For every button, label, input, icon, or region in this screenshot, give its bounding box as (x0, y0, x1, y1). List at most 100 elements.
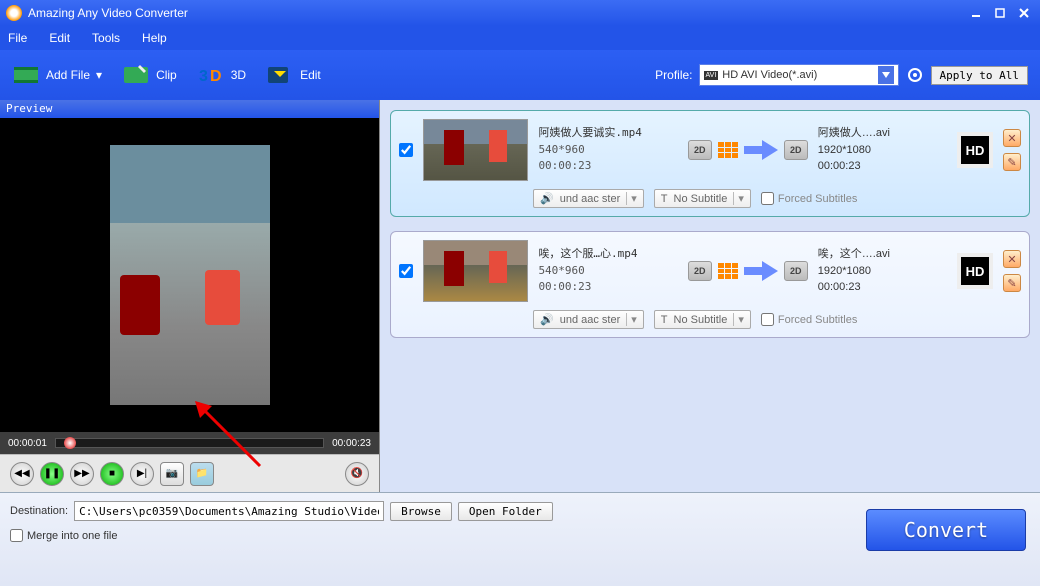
open-folder-button[interactable]: Open Folder (458, 502, 553, 521)
forced-subtitles-checkbox[interactable] (761, 192, 774, 205)
timeline-track[interactable] (55, 438, 324, 448)
title-bar: Amazing Any Video Converter (0, 0, 1040, 26)
app-logo-icon (6, 5, 22, 21)
dest-dimensions: 1920*1080 (818, 263, 947, 280)
minimize-button[interactable] (966, 5, 986, 21)
chevron-down-icon: ▾ (733, 313, 744, 326)
arrow-right-icon (744, 259, 778, 283)
svg-text:D: D (210, 68, 222, 85)
file-thumbnail (423, 240, 529, 302)
file-item[interactable]: 唉，这个服…心.mp4 540*960 00:00:23 2D 2D 唉，这个…… (390, 231, 1030, 338)
edit-button[interactable]: Edit (266, 61, 321, 89)
source-filename: 阿姨做人要诚实.mp4 (538, 125, 677, 142)
file-list: 阿姨做人要诚实.mp4 540*960 00:00:23 2D 2D 阿姨做人…… (380, 100, 1040, 492)
dest-duration: 00:00:23 (818, 279, 947, 296)
input-format-badge: 2D (688, 140, 712, 160)
edit-icon (266, 61, 294, 89)
edit-file-button[interactable]: ✎ (1003, 274, 1021, 292)
apply-to-all-button[interactable]: Apply to All (931, 66, 1028, 85)
menu-help[interactable]: Help (142, 31, 167, 45)
hd-badge: HD (957, 253, 993, 289)
merge-checkbox[interactable] (10, 529, 23, 542)
source-filename: 唉，这个服…心.mp4 (538, 246, 677, 263)
subtitle-select[interactable]: T No Subtitle ▾ (654, 189, 751, 208)
file-checkbox[interactable] (399, 264, 413, 278)
clip-icon (122, 61, 150, 89)
next-button[interactable]: ▶| (130, 462, 154, 486)
main-area: Preview 00:00:01 00:00:23 ◀◀ ❚❚ ▶▶ ■ ▶| … (0, 100, 1040, 492)
remove-file-button[interactable]: ✕ (1003, 250, 1021, 268)
forced-subtitles-label: Forced Subtitles (778, 314, 857, 326)
3d-button[interactable]: 3D 3D (197, 61, 246, 89)
snapshot-button[interactable]: 📷 (160, 462, 184, 486)
play-pause-button[interactable]: ❚❚ (40, 462, 64, 486)
output-format-badge: 2D (784, 140, 808, 160)
snapshot-folder-button[interactable]: 📁 (190, 462, 214, 486)
output-format-badge: 2D (784, 261, 808, 281)
edit-file-button[interactable]: ✎ (1003, 153, 1021, 171)
file-thumbnail (423, 119, 529, 181)
merge-label: Merge into one file (27, 530, 118, 542)
forced-subtitles-checkbox[interactable] (761, 313, 774, 326)
forward-button[interactable]: ▶▶ (70, 462, 94, 486)
preview-video[interactable] (0, 118, 379, 432)
chevron-down-icon (878, 66, 894, 84)
remove-file-button[interactable]: ✕ (1003, 129, 1021, 147)
player-controls: ◀◀ ❚❚ ▶▶ ■ ▶| 📷 📁 🔇 (0, 454, 379, 492)
3d-icon: 3D (197, 61, 225, 89)
grid-icon (718, 263, 738, 279)
chevron-down-icon: ▾ (733, 192, 744, 205)
browse-button[interactable]: Browse (390, 502, 452, 521)
grid-icon (718, 142, 738, 158)
source-duration: 00:00:23 (538, 279, 677, 296)
menu-edit[interactable]: Edit (49, 31, 70, 45)
chevron-down-icon: ▾ (626, 313, 637, 326)
timeline: 00:00:01 00:00:23 (0, 432, 379, 454)
dest-filename: 阿姨做人….avi (818, 125, 947, 142)
text-icon: T (661, 193, 668, 205)
file-checkbox[interactable] (399, 143, 413, 157)
source-duration: 00:00:23 (538, 158, 677, 175)
preview-panel: Preview 00:00:01 00:00:23 ◀◀ ❚❚ ▶▶ ■ ▶| … (0, 100, 380, 492)
forced-subtitles-label: Forced Subtitles (778, 193, 857, 205)
close-button[interactable] (1014, 5, 1034, 21)
menu-bar: File Edit Tools Help (0, 26, 1040, 50)
chevron-down-icon: ▾ (96, 68, 102, 82)
clip-button[interactable]: Clip (122, 61, 177, 89)
menu-file[interactable]: File (8, 31, 27, 45)
dest-filename: 唉，这个….avi (818, 246, 947, 263)
arrow-right-icon (744, 138, 778, 162)
dest-dimensions: 1920*1080 (818, 142, 947, 159)
profile-label: Profile: (655, 68, 692, 82)
gear-icon (907, 67, 923, 83)
dest-duration: 00:00:23 (818, 158, 947, 175)
profile-select[interactable]: AVI HD AVI Video(*.avi) (699, 64, 899, 86)
subtitle-select[interactable]: T No Subtitle ▾ (654, 310, 751, 329)
add-file-button[interactable]: Add File ▾ (12, 61, 102, 89)
time-total: 00:00:23 (332, 438, 371, 449)
audio-track-select[interactable]: 🔊 und aac ster ▾ (533, 310, 644, 329)
text-icon: T (661, 314, 668, 326)
preview-header: Preview (0, 100, 379, 118)
speaker-icon: 🔊 (540, 192, 554, 205)
file-item[interactable]: 阿姨做人要诚实.mp4 540*960 00:00:23 2D 2D 阿姨做人…… (390, 110, 1030, 217)
destination-label: Destination: (10, 505, 68, 517)
audio-track-select[interactable]: 🔊 und aac ster ▾ (533, 189, 644, 208)
settings-button[interactable] (905, 65, 925, 85)
rewind-button[interactable]: ◀◀ (10, 462, 34, 486)
chevron-down-icon: ▾ (626, 192, 637, 205)
menu-tools[interactable]: Tools (92, 31, 120, 45)
bottom-panel: Destination: Browse Open Folder Merge in… (0, 492, 1040, 586)
input-format-badge: 2D (688, 261, 712, 281)
mute-button[interactable]: 🔇 (345, 462, 369, 486)
hd-badge: HD (957, 132, 993, 168)
destination-input[interactable] (74, 501, 384, 521)
toolbar: Add File ▾ Clip 3D 3D Edit Profile: AVI … (0, 50, 1040, 100)
source-dimensions: 540*960 (538, 142, 677, 159)
speaker-icon: 🔊 (540, 313, 554, 326)
stop-button[interactable]: ■ (100, 462, 124, 486)
source-dimensions: 540*960 (538, 263, 677, 280)
convert-button[interactable]: Convert (866, 509, 1026, 551)
maximize-button[interactable] (990, 5, 1010, 21)
timeline-knob[interactable] (64, 437, 76, 449)
